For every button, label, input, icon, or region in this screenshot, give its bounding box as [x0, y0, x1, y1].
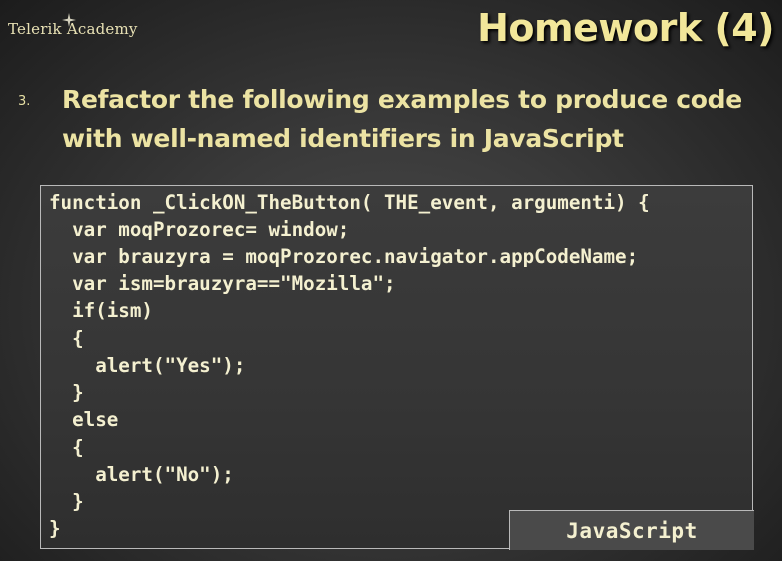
brand-star-icon	[62, 13, 76, 27]
code-line: alert("Yes");	[49, 354, 246, 377]
code-line: if(ism)	[49, 299, 153, 322]
slide: Telerik Academy Homework (4) 3. Refactor…	[0, 0, 782, 561]
language-label: JavaScript	[509, 510, 754, 550]
code-line: {	[49, 436, 84, 459]
code-line: else	[49, 408, 119, 431]
code-line: var ism=brauzyra=="Mozilla";	[49, 272, 396, 295]
code-line: {	[49, 327, 84, 350]
code-line: alert("No");	[49, 463, 234, 486]
code-line: }	[49, 490, 84, 513]
bullet-number: 3.	[18, 94, 31, 109]
code-block: function _ClickON_TheButton( THE_event, …	[40, 185, 753, 549]
page-title: Homework (4)	[477, 6, 774, 50]
code-line: }	[49, 381, 84, 404]
code-line: }	[49, 517, 61, 540]
task-description: Refactor the following examples to produ…	[62, 85, 742, 153]
code-line: var brauzyra = moqProzorec.navigator.app…	[49, 245, 639, 268]
code-line: function _ClickON_TheButton( THE_event, …	[49, 191, 650, 214]
code-line: var moqProzorec= window;	[49, 218, 350, 241]
